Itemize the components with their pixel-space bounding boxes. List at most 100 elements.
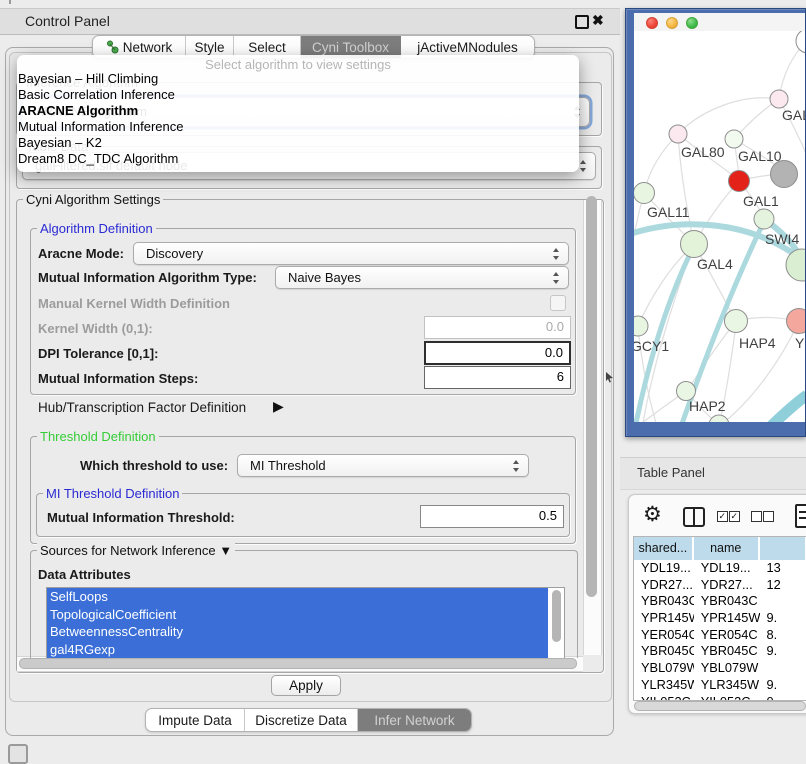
mi-threshold-field[interactable]: 0.5 [420, 505, 564, 528]
data-attribute-item[interactable]: SelfLoops [47, 588, 548, 606]
table-cell: YBR045C [694, 643, 760, 660]
network-node[interactable] [754, 209, 774, 229]
table-function-icon[interactable] [795, 504, 806, 528]
algorithm-option[interactable]: Mutual Information Inference [18, 119, 183, 135]
settings-hscrollbar-thumb[interactable] [19, 658, 577, 669]
algorithm-option[interactable]: Basic Correlation Inference [18, 87, 183, 103]
node-label: GCY1 [634, 338, 669, 354]
network-edge[interactable] [759, 395, 805, 422]
dpi-tolerance-label: DPI Tolerance [0,1]: [38, 346, 158, 361]
mi-steps-label: Mutual Information Steps: [38, 371, 198, 386]
table-cell: YER054C [694, 627, 760, 644]
tab-impute-data[interactable]: Impute Data [146, 709, 245, 731]
network-canvas[interactable]: GALGAL80GAL10GAL1GAL11SWI4GAL4YGCY1HAP4H… [634, 31, 805, 422]
table-cell: 13 [760, 560, 806, 577]
network-node[interactable] [725, 310, 748, 333]
table-hscrollbar-thumb[interactable] [634, 701, 806, 711]
unselect-all-checkbox-icon2[interactable] [763, 511, 774, 522]
network-edge[interactable] [680, 98, 779, 132]
kernel-width-label: Kernel Width (0,1): [38, 321, 153, 336]
table-row[interactable]: YPR145WYPR145W9. [634, 610, 806, 627]
data-attribute-item[interactable]: TopologicalCoefficient [47, 606, 548, 624]
zoom-traffic-light[interactable] [686, 17, 698, 29]
which-threshold-label: Which threshold to use: [80, 458, 228, 473]
table-row[interactable]: YIL052CYIL052C0. [634, 694, 806, 702]
algorithm-dropdown-popup: Select algorithm to view settings Bayesi… [17, 55, 579, 172]
network-node[interactable] [681, 231, 708, 258]
algorithm-option[interactable]: Dream8 DC_TDC Algorithm [18, 151, 183, 167]
kernel-width-field[interactable]: 0.0 [424, 316, 571, 339]
list-scrollbar-thumb[interactable] [552, 590, 561, 642]
manual-kernel-checkbox[interactable] [550, 295, 566, 311]
float-window-icon[interactable] [575, 15, 589, 29]
network-node[interactable] [771, 161, 798, 188]
table-row[interactable]: YBR043CYBR043C [634, 593, 806, 610]
table-row[interactable]: YLR345WYLR345W9. [634, 677, 806, 694]
select-all-checkbox-icon[interactable] [717, 511, 728, 522]
node-table[interactable]: shared...nameYDL19...YDL19...13YDR27...Y… [633, 536, 806, 701]
settings-vscrollbar-thumb[interactable] [586, 196, 597, 597]
apply-button[interactable]: Apply [271, 675, 341, 696]
gear-icon[interactable]: ⚙ [643, 502, 662, 527]
table-cell: YBL079W [634, 660, 694, 677]
table-row[interactable]: YER054CYER054C8. [634, 627, 806, 644]
network-node[interactable] [634, 183, 655, 204]
table-row[interactable]: YBL079WYBL079W [634, 660, 806, 677]
float-grip[interactable] [8, 744, 28, 764]
network-node[interactable] [796, 31, 805, 53]
network-edge[interactable] [696, 181, 739, 241]
network-node[interactable] [787, 309, 806, 334]
which-threshold-combo[interactable]: MI Threshold [237, 454, 529, 477]
column-header[interactable] [760, 537, 806, 560]
mi-type-combo[interactable]: Naive Bayes [275, 266, 569, 289]
aracne-mode-combo[interactable]: Discovery [133, 242, 569, 265]
hub-expand-icon[interactable]: ▶ [273, 398, 284, 415]
column-header[interactable]: shared... [634, 537, 694, 560]
control-panel-titlebar[interactable]: Control Panel ✖ [0, 8, 620, 35]
select-all-checkbox-icon2[interactable] [729, 511, 740, 522]
node-label: GAL80 [681, 144, 725, 160]
column-header[interactable]: name [694, 537, 760, 560]
sources-collapse-icon[interactable]: ▼ [219, 543, 232, 558]
network-node[interactable] [634, 316, 648, 336]
table-row[interactable]: YDL19...YDL19...13 [634, 560, 806, 577]
table-cell: 9. [760, 610, 806, 627]
close-traffic-light[interactable] [646, 17, 658, 29]
columns-icon[interactable] [683, 507, 705, 527]
dpi-tolerance-field[interactable]: 0.0 [424, 341, 571, 365]
node-label: GAL4 [697, 256, 733, 272]
network-window[interactable]: GALGAL80GAL10GAL1GAL11SWI4GAL4YGCY1HAP4H… [625, 8, 806, 437]
network-edge[interactable] [634, 193, 644, 321]
unselect-all-checkbox-icon[interactable] [751, 511, 762, 522]
node-label: GAL1 [743, 193, 779, 209]
network-edge[interactable] [645, 134, 678, 190]
network-node[interactable] [770, 90, 788, 108]
mi-type-label: Mutual Information Algorithm Type: [38, 270, 257, 285]
tab-infer-network[interactable]: Infer Network [358, 709, 471, 731]
network-node[interactable] [669, 125, 687, 143]
table-cell: 9. [760, 643, 806, 660]
mi-threshold-label: Mutual Information Threshold: [47, 510, 235, 525]
data-attributes-label: Data Attributes [38, 567, 131, 582]
table-row[interactable]: YBR045CYBR045C9. [634, 643, 806, 660]
algorithm-option[interactable]: ARACNE Algorithm [18, 103, 183, 119]
table-cell: 9. [760, 677, 806, 694]
table-row[interactable]: YDR27...YDR27...12 [634, 577, 806, 594]
mi-steps-field[interactable]: 6 [424, 366, 571, 389]
close-window-icon[interactable]: ✖ [592, 12, 604, 29]
table-cell: YDR27... [634, 577, 694, 594]
network-window-titlebar[interactable] [634, 13, 805, 32]
algorithm-option[interactable]: Bayesian – Hill Climbing [18, 71, 183, 87]
data-attributes-list[interactable]: SelfLoopsTopologicalCoefficientBetweenne… [46, 587, 565, 658]
data-attribute-item[interactable]: gal4RGexp [47, 641, 548, 659]
network-node[interactable] [729, 171, 750, 192]
combo-arrows-icon [580, 160, 587, 172]
data-attribute-item[interactable]: BetweennessCentrality [47, 623, 548, 641]
algorithm-option[interactable]: Bayesian – K2 [18, 135, 183, 151]
algorithm-definition-title: Algorithm Definition [37, 221, 156, 236]
hub-definition-label[interactable]: Hub/Transcription Factor Definition [38, 400, 246, 415]
network-node[interactable] [725, 130, 743, 148]
network-node[interactable] [709, 415, 729, 422]
tab-discretize-data[interactable]: Discretize Data [245, 709, 358, 731]
minimize-traffic-light[interactable] [666, 17, 678, 29]
